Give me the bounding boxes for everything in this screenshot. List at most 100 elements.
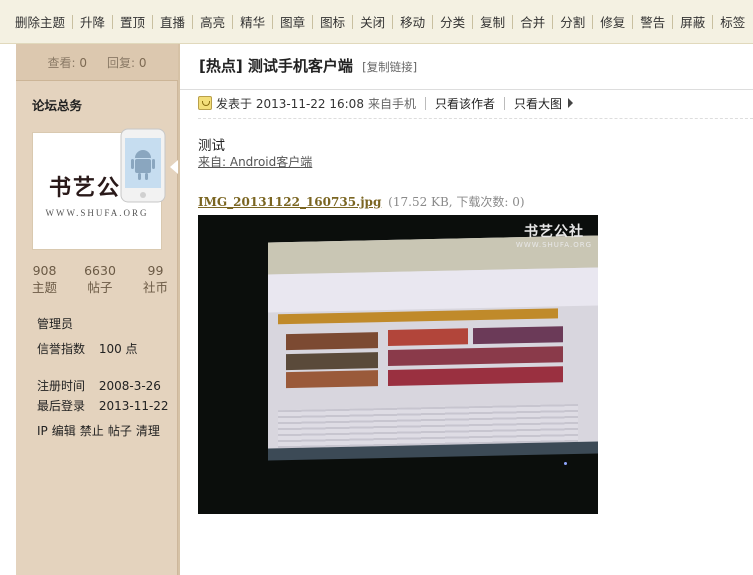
toolbar-item[interactable]: 警告 <box>633 12 672 31</box>
admin-action-link[interactable]: 清理 <box>136 424 160 438</box>
only-large-images-link[interactable]: 只看大图 <box>514 95 562 112</box>
toolbar-item[interactable]: 移动 <box>393 12 432 31</box>
author-name[interactable]: 论坛总务 <box>32 95 82 114</box>
toolbar-item[interactable]: 图章 <box>273 12 312 31</box>
toolbar-item[interactable]: 合并 <box>513 12 552 31</box>
views-label: 查看: <box>47 55 76 70</box>
toolbar-item[interactable]: 精华 <box>233 12 272 31</box>
copy-link-button[interactable]: [复制链接] <box>362 60 417 74</box>
toolbar-item-label: 置顶 <box>120 15 146 30</box>
toolbar-item-label: 关闭 <box>360 15 386 30</box>
admin-actions: IP 编辑 禁止 帖子 清理 <box>37 422 164 439</box>
author-count-value: 908 <box>32 263 57 278</box>
image-watermark: 书艺公社 WWW.SHUFA.ORG <box>516 221 592 249</box>
admin-action-link[interactable]: 禁止 <box>80 424 104 438</box>
toolbar-item[interactable]: 删除主题 <box>8 12 72 31</box>
user-group: 管理员 <box>37 317 74 331</box>
toolbar-item-label: 警告 <box>640 15 666 30</box>
author-count-label: 主题 <box>32 280 58 295</box>
admin-action-link[interactable]: 帖子 <box>108 424 132 438</box>
photographed-screen <box>268 235 598 461</box>
author-sidebar <box>16 44 178 575</box>
post-meta: 发表于 2013-11-22 16:08 来自手机 只看该作者 只看大图 <box>198 92 573 114</box>
screen-banner <box>388 366 563 386</box>
attachment-link[interactable]: IMG_20131122_160735.jpg <box>198 195 381 209</box>
toolbar-item[interactable]: 分类 <box>433 12 472 31</box>
attachment: IMG_20131122_160735.jpg (17.52 KB, 下载次数:… <box>198 193 525 210</box>
toolbar-item-label: 精华 <box>240 15 266 30</box>
thread-stats: 查看: 0 回复: 0 <box>16 44 178 81</box>
post-source: 来自手机 <box>367 96 416 111</box>
replies-label: 回复: <box>107 55 136 70</box>
toolbar-item-label: 合并 <box>520 15 546 30</box>
attachment-image[interactable]: 书艺公社 WWW.SHUFA.ORG <box>198 215 598 514</box>
toolbar-item[interactable]: 分割 <box>553 12 592 31</box>
toolbar-item[interactable]: 标签 <box>713 12 752 31</box>
toolbar-item[interactable]: 高亮 <box>193 12 232 31</box>
online-status-icon <box>198 96 212 110</box>
toolbar-item-label: 复制 <box>480 15 506 30</box>
screen-banner <box>388 346 563 366</box>
author-count-value: 6630 <box>84 263 116 278</box>
watermark-url: WWW.SHUFA.ORG <box>515 241 592 249</box>
screen-header <box>268 267 598 313</box>
toolbar-item-label: 修复 <box>600 15 626 30</box>
screen-banner <box>286 332 378 351</box>
post-message: 测试 <box>198 138 225 154</box>
screen-banner <box>388 328 468 346</box>
toolbar-item-label: 标签 <box>720 15 746 30</box>
toolbar-item[interactable]: 置顶 <box>113 12 152 31</box>
toolbar-item[interactable]: 屏蔽 <box>673 12 712 31</box>
toolbar-item-label: 分割 <box>560 15 586 30</box>
screen-banner <box>473 326 563 345</box>
admin-action-link[interactable]: IP <box>37 424 48 438</box>
toolbar-item-label: 升降 <box>80 15 106 30</box>
last-login-row: 最后登录 2013-11-22 <box>37 397 169 414</box>
author-count-value: 99 <box>147 263 164 278</box>
toolbar-item[interactable]: 关闭 <box>353 12 392 31</box>
toolbar-item[interactable]: 升降 <box>73 12 112 31</box>
views-count: 0 <box>79 55 87 70</box>
moderation-toolbar: 删除主题 升降 置顶 直播 高亮 精华 图章 图标 关闭 移动 分类 复制 合并 分割 修复 警告 屏蔽 标签 <box>0 0 753 44</box>
author-counts: 908 主题 6630 帖子 99 社币 <box>26 262 174 296</box>
last-login-label: 最后登录 <box>37 399 86 413</box>
author-count-label: 帖子 <box>87 280 113 295</box>
author-count[interactable]: 908 主题 <box>26 262 63 296</box>
avatar-pointer <box>170 160 178 174</box>
mobile-phone-icon <box>120 128 166 203</box>
meta-divider-line <box>198 118 753 119</box>
views-stat: 查看: 0 <box>47 54 87 71</box>
only-author-link[interactable]: 只看该作者 <box>435 95 495 112</box>
meta-divider <box>503 96 505 110</box>
last-login-value: 2013-11-22 <box>98 399 169 413</box>
watermark-logo: 书艺公社 <box>523 224 584 240</box>
toolbar-item[interactable]: 复制 <box>473 12 512 31</box>
toolbar-item[interactable]: 直播 <box>153 12 192 31</box>
toolbar-item-label: 屏蔽 <box>680 15 706 30</box>
author-count-label: 社币 <box>142 280 168 295</box>
meta-divider <box>424 96 426 110</box>
thread-title: [热点] 测试手机客户端 <box>199 57 353 75</box>
post-time: 发表于 2013-11-22 16:08 <box>216 96 364 111</box>
replies-count: 0 <box>138 55 147 70</box>
avatar-url: WWW.SHUFA.ORG <box>45 208 149 218</box>
toolbar-item-label: 图章 <box>280 15 306 30</box>
attachment-info: (17.52 KB, 下载次数: 0) <box>388 195 525 209</box>
arrow-right-icon[interactable] <box>568 98 573 108</box>
toolbar-item-label: 删除主题 <box>15 15 66 30</box>
author-count[interactable]: 6630 帖子 <box>78 262 122 296</box>
sidebar-divider <box>178 44 180 575</box>
register-value: 2008-3-26 <box>98 379 161 393</box>
toolbar-item-label: 直播 <box>160 15 186 30</box>
toolbar-item-label: 高亮 <box>200 15 226 30</box>
toolbar-item[interactable]: 修复 <box>593 12 632 31</box>
credit-row: 信誉指数 100 点 <box>37 340 138 357</box>
register-label: 注册时间 <box>37 379 86 393</box>
admin-action-link[interactable]: 编辑 <box>52 424 76 438</box>
author-count[interactable]: 99 社币 <box>137 262 174 296</box>
toolbar-item[interactable]: 图标 <box>313 12 352 31</box>
client-source-link[interactable]: 来自: Android客户端 <box>198 153 312 170</box>
toolbar-item-label: 分类 <box>440 15 466 30</box>
screen-banner <box>286 370 378 389</box>
device-led <box>564 462 567 465</box>
